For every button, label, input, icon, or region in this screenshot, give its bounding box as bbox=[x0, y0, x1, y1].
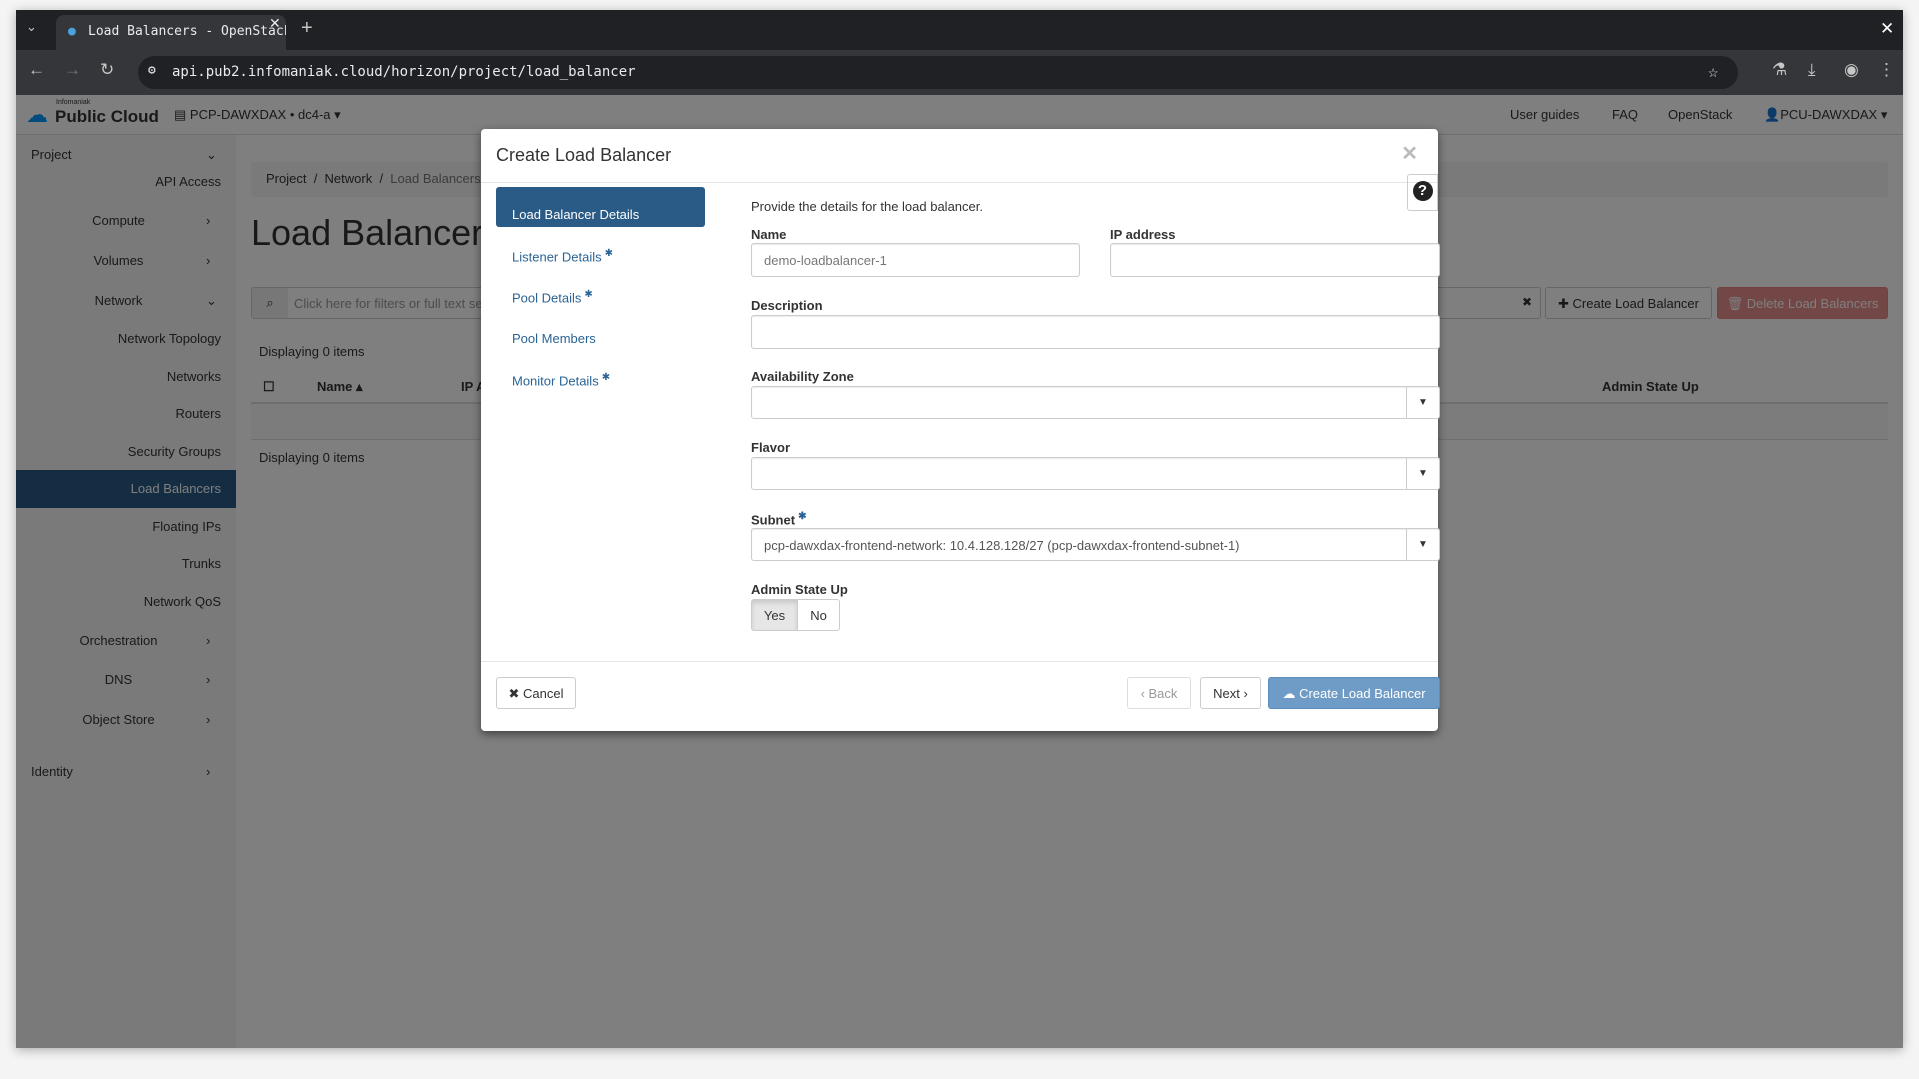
step-pool-members[interactable]: Pool Members bbox=[512, 331, 596, 346]
window-close-icon[interactable]: ✕ bbox=[1880, 19, 1894, 39]
required-icon: ✱ bbox=[584, 289, 593, 300]
admin-state-label: Admin State Up bbox=[751, 582, 848, 597]
yes-label: Yes bbox=[763, 608, 786, 623]
address-bar: ← → ↻ ⚙ api.pub2.infomaniak.cloud/horizon… bbox=[16, 50, 1903, 95]
modal-title: Create Load Balancer bbox=[496, 145, 672, 165]
step-pool-details[interactable]: Pool Details ✱ bbox=[512, 289, 593, 305]
caret-down-icon: ▼ bbox=[1406, 387, 1439, 418]
profile-icon[interactable]: ◉ bbox=[1844, 60, 1859, 80]
header-divider bbox=[481, 182, 1438, 183]
create-load-balancer-modal: Create Load Balancer ✕ ? Load Balancer D… bbox=[481, 129, 1440, 731]
description-input[interactable] bbox=[751, 315, 1440, 349]
help-button[interactable]: ? bbox=[1407, 174, 1438, 211]
ip-label: IP address bbox=[1110, 227, 1176, 242]
tab-title: Load Balancers - OpenStack bbox=[88, 24, 286, 39]
caret-down-icon: ▼ bbox=[1406, 458, 1439, 489]
subnet-label: Subnet ✱ bbox=[751, 511, 806, 527]
new-tab-icon[interactable]: + bbox=[301, 17, 313, 40]
step-label: Pool Members bbox=[512, 331, 596, 346]
flavor-select[interactable]: ▼ bbox=[751, 457, 1440, 490]
create-label: Create Load Balancer bbox=[1299, 686, 1426, 701]
step-label: Listener Details bbox=[512, 249, 602, 265]
next-label: Next bbox=[1213, 686, 1240, 701]
footer-divider bbox=[481, 661, 1438, 662]
download-icon[interactable]: ⤓ bbox=[1808, 60, 1816, 80]
admin-state-no[interactable]: No bbox=[797, 599, 840, 631]
cancel-button[interactable]: ✖ Cancel bbox=[496, 677, 576, 709]
browser-tab[interactable]: ● Load Balancers - OpenStack bbox=[56, 15, 286, 50]
cloud-upload-icon: ☁ bbox=[1282, 686, 1300, 701]
url-text: api.pub2.infomaniak.cloud/horizon/projec… bbox=[172, 64, 636, 80]
step-label: Monitor Details bbox=[512, 373, 599, 389]
menu-icon[interactable]: ⋮ bbox=[1878, 60, 1895, 80]
horizon-app: ☁ Infomaniak Public Cloud ▤ PCP-DAWXDAX … bbox=[16, 95, 1903, 1048]
back-button[interactable]: ‹ Back bbox=[1127, 677, 1191, 709]
step-label: Pool Details bbox=[512, 290, 582, 306]
caret-down-icon: ▼ bbox=[1406, 529, 1439, 560]
description-label: Description bbox=[751, 298, 823, 313]
step-listener-details[interactable]: Listener Details ✱ bbox=[512, 248, 613, 264]
name-label: Name bbox=[751, 227, 787, 242]
favicon-icon: ● bbox=[68, 24, 76, 39]
help-icon: ? bbox=[1412, 181, 1433, 201]
next-button[interactable]: Next › bbox=[1200, 677, 1261, 709]
availability-zone-select[interactable]: ▼ bbox=[751, 386, 1440, 419]
subnet-label-text: Subnet bbox=[751, 512, 796, 528]
forward-icon[interactable]: → bbox=[64, 60, 81, 80]
back-label: Back bbox=[1148, 686, 1178, 701]
tab-close-icon[interactable]: ✕ bbox=[269, 15, 287, 32]
step-label: Load Balancer Details bbox=[512, 207, 640, 222]
name-placeholder: demo-loadbalancer-1 bbox=[764, 253, 887, 268]
back-icon[interactable]: ← bbox=[28, 60, 45, 80]
bookmark-star-icon[interactable]: ☆ bbox=[1708, 62, 1718, 82]
labs-icon[interactable]: ⚗ bbox=[1772, 60, 1787, 80]
modal-close-icon[interactable]: ✕ bbox=[1401, 141, 1418, 166]
required-icon: ✱ bbox=[601, 372, 611, 383]
admin-state-yes[interactable]: Yes bbox=[751, 599, 798, 631]
url-input[interactable]: ⚙ api.pub2.infomaniak.cloud/horizon/proje… bbox=[138, 56, 1738, 89]
step-load-balancer-details[interactable]: Load Balancer Details bbox=[512, 207, 639, 222]
site-settings-icon[interactable]: ⚙ bbox=[148, 63, 156, 78]
no-label: No bbox=[810, 608, 827, 623]
ip-address-input[interactable] bbox=[1110, 243, 1440, 277]
close-icon: ✖ bbox=[508, 686, 524, 701]
flavor-label: Flavor bbox=[751, 440, 791, 455]
create-load-balancer-submit[interactable]: ☁ Create Load Balancer bbox=[1268, 677, 1440, 709]
subnet-select[interactable]: pcp-dawxdax-frontend-network: 10.4.128.1… bbox=[751, 528, 1440, 561]
az-label: Availability Zone bbox=[751, 369, 854, 384]
name-input[interactable]: demo-loadbalancer-1 bbox=[751, 243, 1080, 277]
required-icon: ✱ bbox=[604, 248, 613, 259]
tab-bar: ⌄ ● Load Balancers - OpenStack ✕ + ✕ bbox=[16, 10, 1903, 50]
intro-text: Provide the details for the load balance… bbox=[751, 199, 983, 214]
step-monitor-details[interactable]: Monitor Details ✱ bbox=[512, 372, 610, 388]
subnet-value: pcp-dawxdax-frontend-network: 10.4.128.1… bbox=[764, 538, 1240, 553]
browser-window: ⌄ ● Load Balancers - OpenStack ✕ + ✕ ← → … bbox=[16, 10, 1903, 1048]
tab-list-icon[interactable]: ⌄ bbox=[26, 19, 37, 35]
reload-icon[interactable]: ↻ bbox=[100, 60, 114, 80]
cancel-label: Cancel bbox=[523, 686, 564, 701]
required-icon: ✱ bbox=[798, 511, 807, 522]
